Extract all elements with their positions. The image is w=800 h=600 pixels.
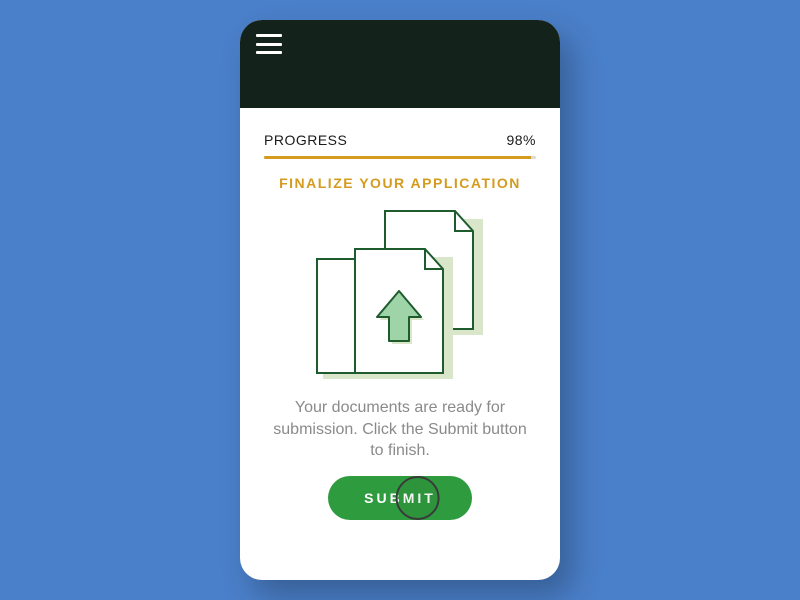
main-content: PROGRESS 98% FINALIZE YOUR APPLICATION xyxy=(240,108,560,580)
progress-value: 98% xyxy=(506,132,536,148)
app-header xyxy=(240,20,560,108)
section-title: FINALIZE YOUR APPLICATION xyxy=(264,175,536,191)
phone-card: PROGRESS 98% FINALIZE YOUR APPLICATION xyxy=(240,20,560,580)
hamburger-menu-icon[interactable] xyxy=(256,34,282,54)
progress-fill xyxy=(264,156,531,159)
submit-button[interactable]: SUBMIT xyxy=(328,476,472,520)
submit-row: SUBMIT xyxy=(264,476,536,520)
description-text: Your documents are ready for submission.… xyxy=(264,397,536,462)
documents-upload-illustration xyxy=(305,205,495,385)
progress-bar xyxy=(264,156,536,159)
progress-row: PROGRESS 98% xyxy=(264,132,536,148)
progress-label: PROGRESS xyxy=(264,132,347,148)
